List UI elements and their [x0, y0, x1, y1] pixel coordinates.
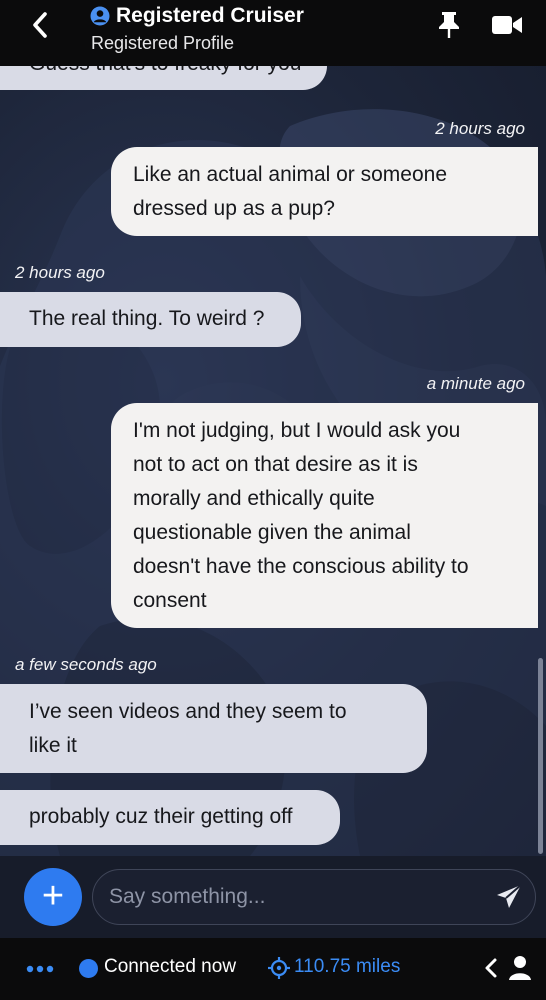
- collapse-button[interactable]: [482, 956, 500, 980]
- back-button[interactable]: [24, 8, 58, 42]
- page-title: Registered Cruiser: [116, 4, 304, 27]
- message-timestamp: 2 hours ago: [435, 119, 525, 138]
- distance-label: 110.75 miles: [294, 956, 401, 977]
- scrollbar[interactable]: [538, 658, 543, 854]
- message-text: Like an actual animal or someone: [133, 163, 448, 186]
- online-dot-icon: [79, 959, 98, 978]
- message-text: questionable given the animal: [133, 521, 411, 544]
- back-chevron-icon: [33, 12, 47, 38]
- send-button[interactable]: [494, 882, 524, 912]
- paper-plane-icon: [497, 884, 522, 908]
- message-input-container[interactable]: [92, 869, 536, 925]
- user-circle-icon: [90, 6, 110, 26]
- more-options-button[interactable]: [26, 962, 54, 974]
- profile-icon: [509, 956, 531, 980]
- message-bubble-outgoing[interactable]: Like an actual animal or someone dressed…: [111, 147, 538, 236]
- message-text: not to act on that desire as it is: [133, 453, 418, 476]
- message-bubble-incoming[interactable]: probably cuz their getting off: [0, 790, 340, 845]
- video-camera-icon: [492, 16, 522, 34]
- pin-button[interactable]: [436, 10, 462, 40]
- message-text: doesn't have the conscious ability to: [133, 555, 469, 578]
- message-timestamp: a few seconds ago: [15, 655, 157, 674]
- message-bubble-incoming[interactable]: I’ve seen videos and they seem to like i…: [0, 684, 427, 773]
- message-input[interactable]: [109, 870, 469, 923]
- connection-status: Connected now: [104, 956, 237, 977]
- pin-icon: [439, 12, 459, 38]
- message-text: The real thing. To weird ?: [29, 307, 265, 330]
- more-dots-icon: [26, 965, 54, 973]
- message-text: dressed up as a pup?: [133, 197, 335, 220]
- profile-title[interactable]: Registered Cruiser: [90, 4, 304, 28]
- message-composer: +: [0, 856, 546, 938]
- message-bubble-outgoing[interactable]: I'm not judging, but I would ask you not…: [111, 403, 538, 628]
- message-text: I’ve seen videos and they seem to: [29, 700, 347, 723]
- message-text: I'm not judging, but I would ask you: [133, 419, 461, 442]
- chat-thread[interactable]: Guess that's to freaky for you 2 hours a…: [0, 66, 546, 856]
- message-timestamp: 2 hours ago: [15, 263, 105, 282]
- profile-button[interactable]: [508, 955, 532, 981]
- chat-header: Registered Cruiser Registered Profile: [0, 0, 546, 66]
- message-text: like it: [29, 734, 77, 757]
- add-attachment-button[interactable]: +: [24, 868, 82, 926]
- message-timestamp: a minute ago: [426, 374, 525, 393]
- message-text: probably cuz their getting off: [29, 805, 293, 828]
- page-subtitle: Registered Profile: [91, 33, 235, 53]
- plus-icon: +: [41, 875, 65, 917]
- message-bubble-incoming[interactable]: The real thing. To weird ?: [0, 292, 301, 347]
- video-call-button[interactable]: [491, 13, 523, 37]
- message-bubble-incoming[interactable]: Guess that's to freaky for you: [0, 66, 328, 90]
- message-text: consent: [133, 589, 207, 612]
- message-text: morally and ethically quite: [133, 487, 375, 510]
- crosshair-icon: [268, 957, 290, 979]
- chevron-left-icon: [485, 958, 497, 978]
- message-text: Guess that's to freaky for you: [29, 66, 301, 81]
- status-bar: Connected now 110.75 miles: [0, 938, 546, 1000]
